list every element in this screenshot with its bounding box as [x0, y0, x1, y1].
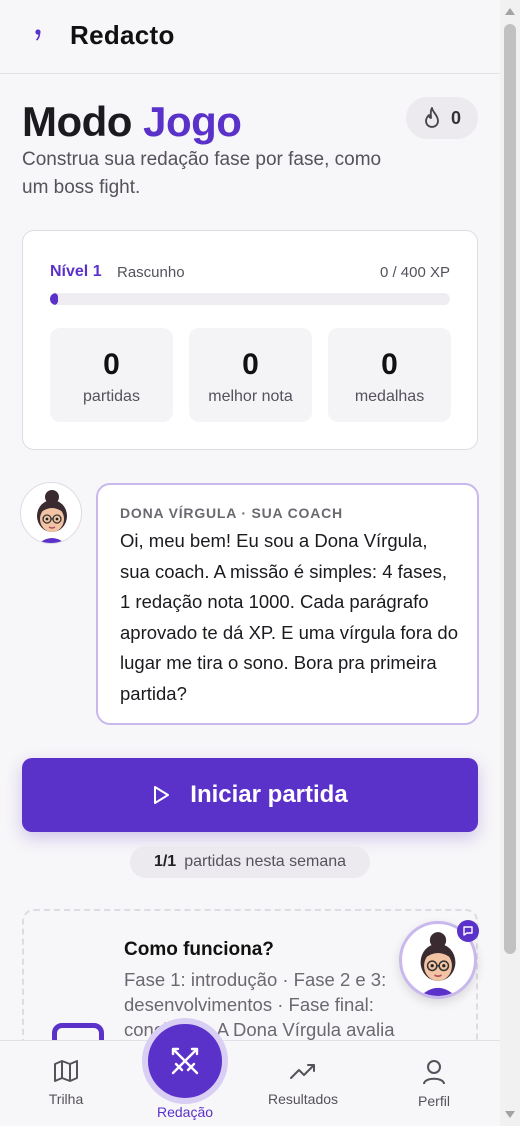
stat-value: 0 [242, 348, 259, 381]
coach-message-bubble: DONA VÍRGULA · SUA COACH Oi, meu bem! Eu… [96, 483, 479, 725]
stat-label: melhor nota [208, 388, 293, 405]
weekly-count: 1/1 [153, 853, 177, 870]
flame-icon [425, 107, 439, 128]
weekly-matches-counter: 1/1 partidas nesta semana [130, 846, 370, 878]
nav-label: Trilha [48, 1091, 84, 1107]
page-scrollbar[interactable] [500, 0, 520, 1126]
app-title: Redacto [70, 20, 175, 50]
scroll-down-arrow[interactable] [505, 1111, 515, 1118]
nav-label-active[interactable]: Redação [135, 1104, 235, 1120]
level-name: Rascunho [117, 264, 185, 281]
page-title: Modo Jogo [22, 98, 242, 146]
xp-progress-fill [50, 293, 58, 305]
stat-label: medalhas [354, 388, 425, 405]
chat-badge-icon[interactable] [457, 920, 479, 942]
nav-item-redacao[interactable] [142, 1018, 228, 1104]
scrollbar-thumb[interactable] [504, 24, 516, 954]
streak-count: 0 [450, 107, 461, 128]
start-match-label: Iniciar partida [190, 781, 348, 808]
nav-label: Perfil [418, 1093, 450, 1109]
level-label: Nível 1 [50, 263, 102, 280]
page-subtitle: Construa sua redação fase por fase, como… [22, 149, 382, 198]
streak-badge[interactable]: 0 [406, 97, 478, 139]
map-icon [54, 1060, 78, 1082]
nav-item-resultados[interactable]: Resultados [253, 1059, 353, 1107]
stat-melhor-nota: 0 melhor nota [189, 328, 312, 422]
trending-up-icon [290, 1064, 315, 1079]
coach-portrait-icon [37, 490, 67, 543]
coach-message: Oi, meu bem! Eu sou a Dona Vírgula, sua … [120, 530, 459, 704]
stat-value: 0 [381, 348, 398, 381]
nav-item-trilha[interactable]: Trilha [16, 1059, 116, 1107]
coach-name: DONA VÍRGULA · SUA COACH [120, 505, 343, 521]
xp-counter: 0 / 400 XP [379, 264, 450, 281]
top-bar: Redacto [0, 0, 500, 74]
nav-label: Resultados [267, 1091, 339, 1107]
weekly-label: partidas nesta semana [184, 853, 347, 870]
stat-medalhas: 0 medalhas [328, 328, 451, 422]
swords-icon [171, 1047, 199, 1075]
bottom-navigation: Trilha Redação Resultados Perfil [0, 1018, 500, 1126]
page-title-accent: Jogo [143, 98, 242, 145]
coach-avatar [20, 482, 82, 544]
stat-value: 0 [103, 348, 120, 381]
xp-progress-bar [50, 293, 450, 305]
play-icon [154, 786, 170, 804]
stat-partidas: 0 partidas [50, 328, 173, 422]
scroll-up-arrow[interactable] [505, 8, 515, 15]
chat-bubble-icon [463, 926, 473, 936]
user-icon [423, 1060, 445, 1085]
stat-label: partidas [83, 388, 140, 405]
level-card: Nível 1 Rascunho 0 / 400 XP 0 partidas 0… [22, 230, 478, 450]
start-match-button[interactable]: Iniciar partida [22, 758, 478, 832]
how-it-works-title: Como funciona? [124, 939, 274, 960]
logo-comma-icon [35, 29, 41, 41]
nav-item-perfil[interactable]: Perfil [384, 1059, 484, 1109]
page-title-main: Modo [22, 98, 132, 145]
